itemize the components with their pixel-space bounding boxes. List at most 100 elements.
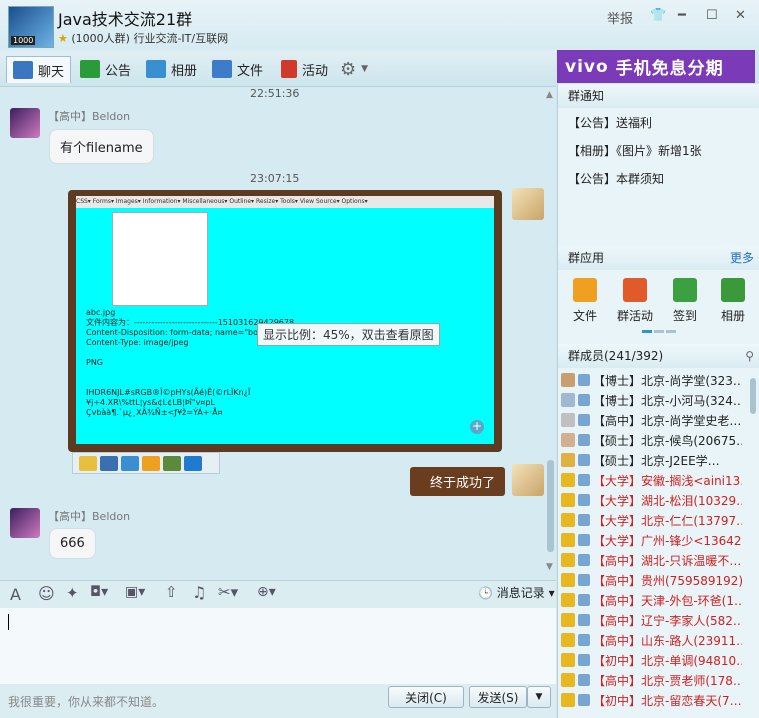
sender-name: 【高中】Beldon (48, 110, 131, 123)
report-button[interactable]: 举报 (607, 8, 633, 27)
zoom-in-icon[interactable]: + (470, 420, 484, 434)
member-item[interactable]: 【高中】北京-贾老师(178… (558, 670, 742, 690)
sticker-icon[interactable] (142, 455, 160, 471)
member-item[interactable]: 【大学】安徽-搁浅<aini13… (558, 470, 742, 490)
member-item[interactable]: 【大学】广州-锋少<13642… (558, 530, 742, 550)
members-title: 群成员(241/392) (568, 349, 664, 363)
app-album[interactable]: 相册 (708, 278, 758, 324)
screenshot-thumbnail (112, 212, 208, 306)
group-avatar[interactable]: 1000 (8, 6, 54, 48)
member-name: 【大学】安徽-搁浅<aini13… (593, 473, 742, 488)
send-button[interactable]: 发送(S) (469, 686, 527, 708)
apps-title: 群应用 (568, 251, 605, 265)
member-item[interactable]: 【大学】湖北-松泪(10329… (558, 490, 742, 510)
member-item[interactable]: 【高中】贵州(759589192) (558, 570, 742, 590)
tab-notice[interactable]: 公告 (80, 56, 131, 82)
tab-files[interactable]: 文件 (212, 56, 263, 82)
close-icon[interactable]: ✕ (735, 8, 746, 23)
vip-star-icon (561, 613, 575, 627)
emoji-icon[interactable] (79, 455, 97, 471)
skin-icon[interactable]: 👕 (650, 8, 666, 23)
close-button[interactable]: 关闭(C) (388, 686, 464, 708)
member-item[interactable]: 【硕士】北京-J2EE学… (558, 450, 742, 470)
member-item[interactable]: 【硕士】北京-候鸟(20675… (558, 430, 742, 450)
app-activity[interactable]: 群活动 (610, 278, 660, 324)
shake-icon[interactable]: ◘▾ (90, 584, 108, 600)
edit-image-icon[interactable] (163, 455, 181, 471)
history-button[interactable]: 🕒 消息记录 ▾ (478, 584, 555, 601)
scroll-up-icon[interactable]: ▲ (546, 90, 553, 100)
screenshot-image[interactable]: CSS▾ Forms▾ Images▾ Information▾ Miscell… (76, 196, 494, 444)
message-input[interactable] (0, 608, 556, 684)
chat-icon (13, 61, 33, 79)
send-options-icon[interactable]: ▼ (527, 686, 551, 708)
notice-item[interactable]: 【公告】送福利 (568, 114, 652, 131)
maximize-icon[interactable]: ☐ (706, 8, 718, 23)
member-item[interactable]: 【高中】天津-外包-环爸(1… (558, 590, 742, 610)
search-icon[interactable]: ⚲ (745, 344, 754, 368)
member-item[interactable]: 【高中】辽宁-李家人(582… (558, 610, 742, 630)
member-item[interactable]: 【初中】北京-单调(94810… (558, 650, 742, 670)
member-item[interactable]: 【初中】北京-留恋春天(7… (558, 690, 742, 710)
chat-scrollbar[interactable]: ▲ ▼ (546, 90, 555, 576)
vip-star-icon (561, 633, 575, 647)
tab-activity[interactable]: 活动 (281, 56, 328, 82)
member-avatar (578, 634, 590, 646)
app-files[interactable]: 文件 (560, 278, 610, 324)
notice-item[interactable]: 【相册】《图片》新增1张 (568, 142, 702, 159)
vip-star-icon (561, 673, 575, 687)
avatar[interactable] (10, 108, 40, 138)
ad-banner[interactable]: vivo 手机免息分期 (557, 50, 755, 83)
avatar[interactable] (10, 508, 40, 538)
member-name: 【博士】北京-小河马(324… (593, 393, 742, 408)
apps-more-link[interactable]: 更多 (730, 246, 754, 270)
member-item[interactable]: 【高中】山东-路人(23911… (558, 630, 742, 650)
member-item[interactable]: 【博士】北京-尚学堂(323… (558, 370, 742, 390)
tab-chat[interactable]: 聊天 (6, 56, 72, 83)
star-icon[interactable] (184, 455, 202, 471)
more-icon[interactable]: ⊕▾ (257, 584, 276, 600)
tab-album[interactable]: 相册 (146, 56, 197, 82)
member-item[interactable]: 【高中】北京-尚学堂史老… (558, 410, 742, 430)
upload-icon[interactable]: ⇧ (165, 583, 178, 601)
app-label: 文件 (572, 309, 597, 323)
my-avatar[interactable] (512, 464, 544, 496)
member-item[interactable]: 【博士】北京-小河马(324… (558, 390, 742, 410)
screenshot-message[interactable]: CSS▾ Forms▾ Images▾ Information▾ Miscell… (68, 190, 502, 452)
app-checkin[interactable]: 签到 (660, 278, 710, 324)
checkin-icon (673, 278, 697, 302)
font-icon[interactable]: A (10, 585, 21, 604)
screenshot-toolbar: CSS▾ Forms▾ Images▾ Information▾ Miscell… (76, 196, 494, 208)
minimize-icon[interactable]: ━ (678, 8, 686, 23)
tab-label: 活动 (302, 63, 329, 79)
settings-gear-icon[interactable]: ⚙ ▼ (340, 56, 368, 82)
vip-star-icon (561, 573, 575, 587)
emoji-icon[interactable]: ☺ (38, 584, 55, 603)
notice-item[interactable]: 【公告】本群须知 (568, 170, 664, 187)
my-avatar[interactable] (512, 188, 544, 220)
screenshot-icon[interactable]: ✂▾ (218, 583, 238, 601)
member-item[interactable]: 【高中】湖北-只诉温暖不… (558, 550, 742, 570)
magic-icon[interactable]: ✦ (66, 584, 79, 602)
image-icon[interactable]: ▣▾ (125, 584, 145, 600)
vip-star-icon (561, 533, 575, 547)
scroll-down-icon[interactable]: ▼ (546, 562, 553, 572)
member-scroll-thumb[interactable] (750, 378, 756, 414)
music-icon[interactable]: ♫ (192, 583, 206, 602)
input-toolbar: A ☺ ✦ ◘▾ ▣▾ ⇧ ♫ ✂▾ ⊕▾ 🕒 消息记录 ▾ (0, 580, 556, 609)
vip-star-icon (561, 593, 575, 607)
member-avatar (578, 694, 590, 706)
flag-icon (281, 60, 297, 78)
member-avatar (578, 434, 590, 446)
tab-bar: 聊天 公告 相册 文件 活动 ⚙ ▼ (0, 50, 556, 86)
scroll-thumb[interactable] (547, 460, 554, 552)
app-label: 相册 (720, 309, 745, 323)
save-icon[interactable] (100, 455, 118, 471)
member-avatar (578, 594, 590, 606)
apps-page-indicator[interactable] (642, 330, 676, 333)
member-item[interactable]: 【大学】北京-仁仁(13797… (558, 510, 742, 530)
member-avatar (578, 654, 590, 666)
message-bubble: 有个filename (49, 129, 154, 164)
screen-icon[interactable] (121, 455, 139, 471)
member-name: 【高中】山东-路人(23911… (593, 633, 742, 648)
